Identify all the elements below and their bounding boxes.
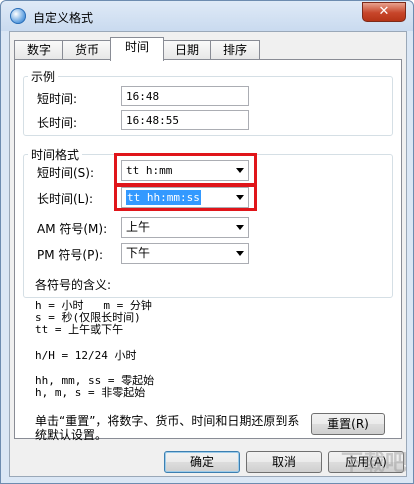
tab-number[interactable]: 数字 bbox=[14, 40, 64, 60]
example-short-label: 短时间: bbox=[37, 92, 78, 106]
window-title: 自定义格式 bbox=[33, 11, 94, 25]
note-line-3: tt = 上午或下午 bbox=[35, 323, 124, 336]
chevron-down-icon[interactable] bbox=[236, 225, 244, 230]
pm-symbol-combo[interactable]: 下午 bbox=[121, 243, 249, 264]
example-legend: 示例 bbox=[31, 70, 56, 84]
dialog-body: 数字 货币 时间 日期 排序 示例 短时间: 16:48 长时间: 16:48:… bbox=[9, 31, 407, 477]
pm-symbol-label: PM 符号(P): bbox=[37, 248, 104, 262]
chevron-down-icon[interactable] bbox=[236, 251, 244, 256]
reset-button[interactable]: 重置(R) bbox=[311, 413, 385, 435]
dialog-window: 自定义格式 ✕ 数字 货币 时间 日期 排序 示例 短时间: 16:48 长时间… bbox=[0, 0, 414, 484]
highlight-box-short bbox=[114, 153, 257, 186]
symbols-heading: 各符号的含义: bbox=[35, 278, 112, 292]
tab-sort[interactable]: 排序 bbox=[210, 40, 260, 60]
am-symbol-combo[interactable]: 上午 bbox=[121, 217, 249, 238]
app-icon bbox=[10, 8, 26, 24]
note-line-6: h, m, s = 非零起始 bbox=[35, 386, 146, 399]
short-time-label: 短时间(S): bbox=[37, 166, 95, 180]
close-button[interactable]: ✕ bbox=[362, 2, 406, 22]
am-symbol-value: 上午 bbox=[126, 220, 151, 234]
title-bar: 自定义格式 ✕ bbox=[1, 1, 413, 31]
am-symbol-label: AM 符号(M): bbox=[37, 222, 108, 236]
example-short-value: 16:48 bbox=[121, 86, 249, 106]
example-long-label: 长时间: bbox=[37, 116, 78, 130]
tab-currency[interactable]: 货币 bbox=[62, 40, 112, 60]
time-format-legend: 时间格式 bbox=[31, 148, 80, 162]
long-time-label: 长时间(L): bbox=[37, 192, 94, 206]
tab-date[interactable]: 日期 bbox=[162, 40, 212, 60]
ok-button[interactable]: 确定 bbox=[164, 451, 240, 473]
note-line-5: hh, mm, ss = 零起始 bbox=[35, 374, 155, 387]
pm-symbol-value: 下午 bbox=[126, 246, 151, 260]
watermark-logo: 下载吧 bbox=[340, 451, 407, 476]
note-line-4: h/H = 12/24 小时 bbox=[35, 349, 137, 362]
note-line-1: h = 小时 m = 分钟 bbox=[35, 299, 152, 312]
note-line-2: s = 秒(仅限长时间) bbox=[35, 311, 141, 324]
highlight-box-long bbox=[114, 184, 257, 211]
cancel-button[interactable]: 取消 bbox=[246, 451, 322, 473]
tab-time[interactable]: 时间 bbox=[110, 37, 164, 61]
reset-help-line-2: 统默认设置。 bbox=[35, 428, 108, 442]
example-long-value: 16:48:55 bbox=[121, 110, 249, 130]
tab-panel-time: 示例 短时间: 16:48 长时间: 16:48:55 时间格式 短时间(S):… bbox=[14, 59, 402, 442]
